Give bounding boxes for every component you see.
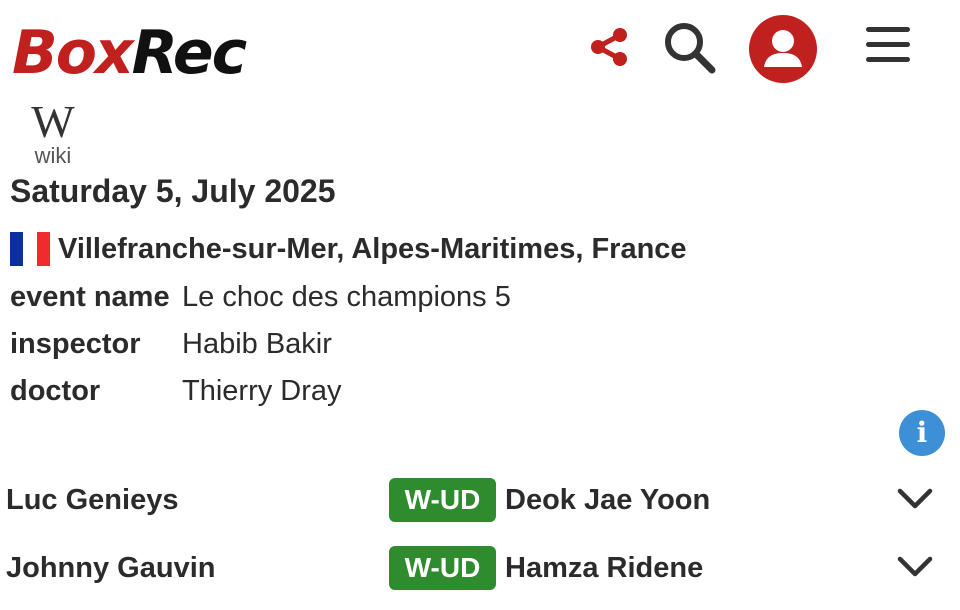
wiki-link[interactable]: W wiki — [22, 98, 84, 168]
doctor-row: doctor Thierry Dray — [10, 375, 342, 408]
location-text[interactable]: Villefranche-sur-Mer, Alpes-Maritimes, F… — [58, 233, 687, 266]
event-location: Villefranche-sur-Mer, Alpes-Maritimes, F… — [10, 232, 687, 266]
inspector-value[interactable]: Habib Bakir — [182, 328, 332, 361]
doctor-label: doctor — [10, 375, 101, 407]
boxrec-logo[interactable]: BoxRec — [12, 18, 247, 88]
inspector-label: inspector — [10, 328, 141, 360]
menu-icon[interactable] — [864, 24, 912, 66]
chevron-down-icon[interactable] — [897, 486, 933, 512]
event-name-value: Le choc des champions 5 — [182, 281, 511, 313]
fighter2-name[interactable]: Deok Jae Yoon — [505, 484, 710, 517]
bout-row: Luc Genieys W-UD Deok Jae Yoon — [0, 478, 960, 528]
result-badge: W-UD — [389, 546, 496, 590]
fighter1-name[interactable]: Luc Genieys — [6, 484, 178, 517]
result-badge: W-UD — [389, 478, 496, 522]
search-icon[interactable] — [662, 20, 716, 74]
user-avatar-button[interactable] — [749, 15, 817, 83]
info-icon[interactable]: i — [899, 410, 945, 456]
wiki-label: wiki — [34, 143, 72, 168]
fighter1-name[interactable]: Johnny Gauvin — [6, 552, 215, 585]
user-icon — [764, 30, 802, 67]
event-date: Saturday 5, July 2025 — [10, 173, 336, 209]
logo-box-text: Box — [12, 18, 134, 88]
doctor-value[interactable]: Thierry Dray — [182, 375, 342, 408]
logo-rec-text: Rec — [131, 18, 247, 88]
event-name-label: event name — [10, 281, 170, 313]
inspector-row: inspector Habib Bakir — [10, 328, 332, 361]
bout-row: Johnny Gauvin W-UD Hamza Ridene — [0, 546, 960, 596]
share-icon[interactable] — [588, 26, 630, 68]
chevron-down-icon[interactable] — [897, 554, 933, 580]
event-name-row: event name Le choc des champions 5 — [10, 281, 511, 314]
fighter2-name[interactable]: Hamza Ridene — [505, 552, 703, 585]
france-flag-icon — [10, 232, 50, 266]
wikipedia-icon: W — [31, 96, 75, 147]
